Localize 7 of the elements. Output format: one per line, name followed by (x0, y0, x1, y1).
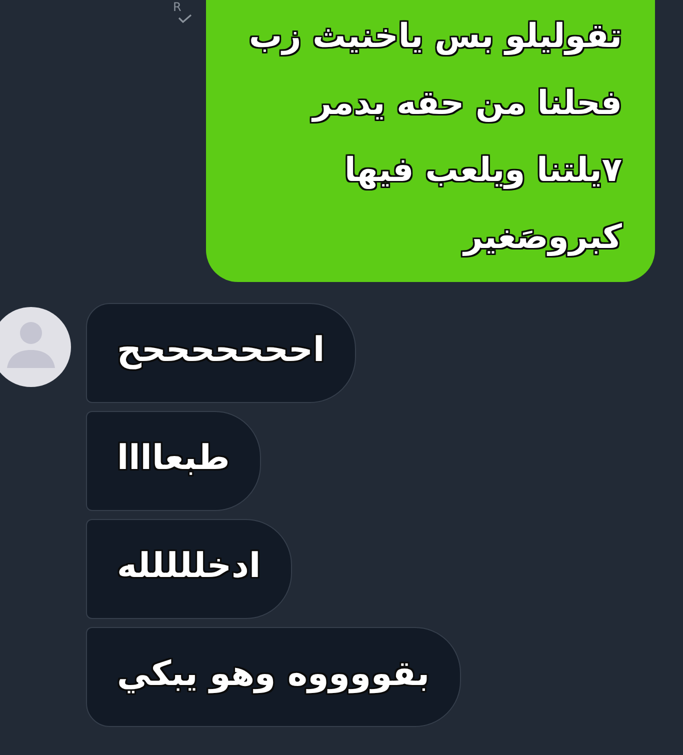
received-message-bubble: طبعاااا (86, 411, 261, 511)
message-text: تقوليلو بس ياخنيث زب فحلنا من حقه يدمر ٧يلتنا ويلعب فيها كبروصَغير (248, 15, 622, 258)
received-message-bubble: ادخللللله (86, 519, 292, 619)
received-message-bubble: احححححححح (86, 303, 356, 403)
read-receipt-label: R (173, 1, 182, 14)
avatar-icon (0, 307, 71, 387)
received-message-bubble: بقووووه وهو يبكي (86, 627, 461, 727)
